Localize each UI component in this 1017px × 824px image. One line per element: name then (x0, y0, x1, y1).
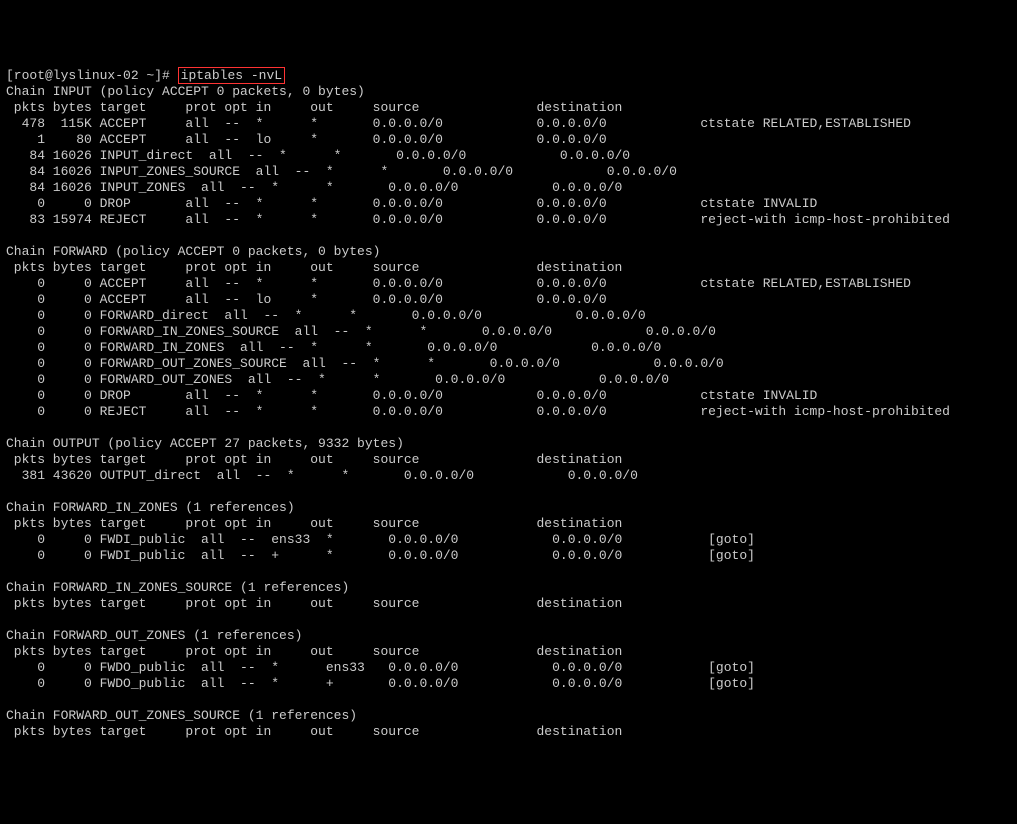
command-highlight: iptables -nvL (178, 67, 285, 84)
terminal-output: Chain INPUT (policy ACCEPT 0 packets, 0 … (6, 84, 950, 739)
prompt: [root@lyslinux-02 ~]# (6, 68, 178, 83)
terminal[interactable]: [root@lyslinux-02 ~]# iptables -nvL Chai… (6, 68, 1011, 740)
